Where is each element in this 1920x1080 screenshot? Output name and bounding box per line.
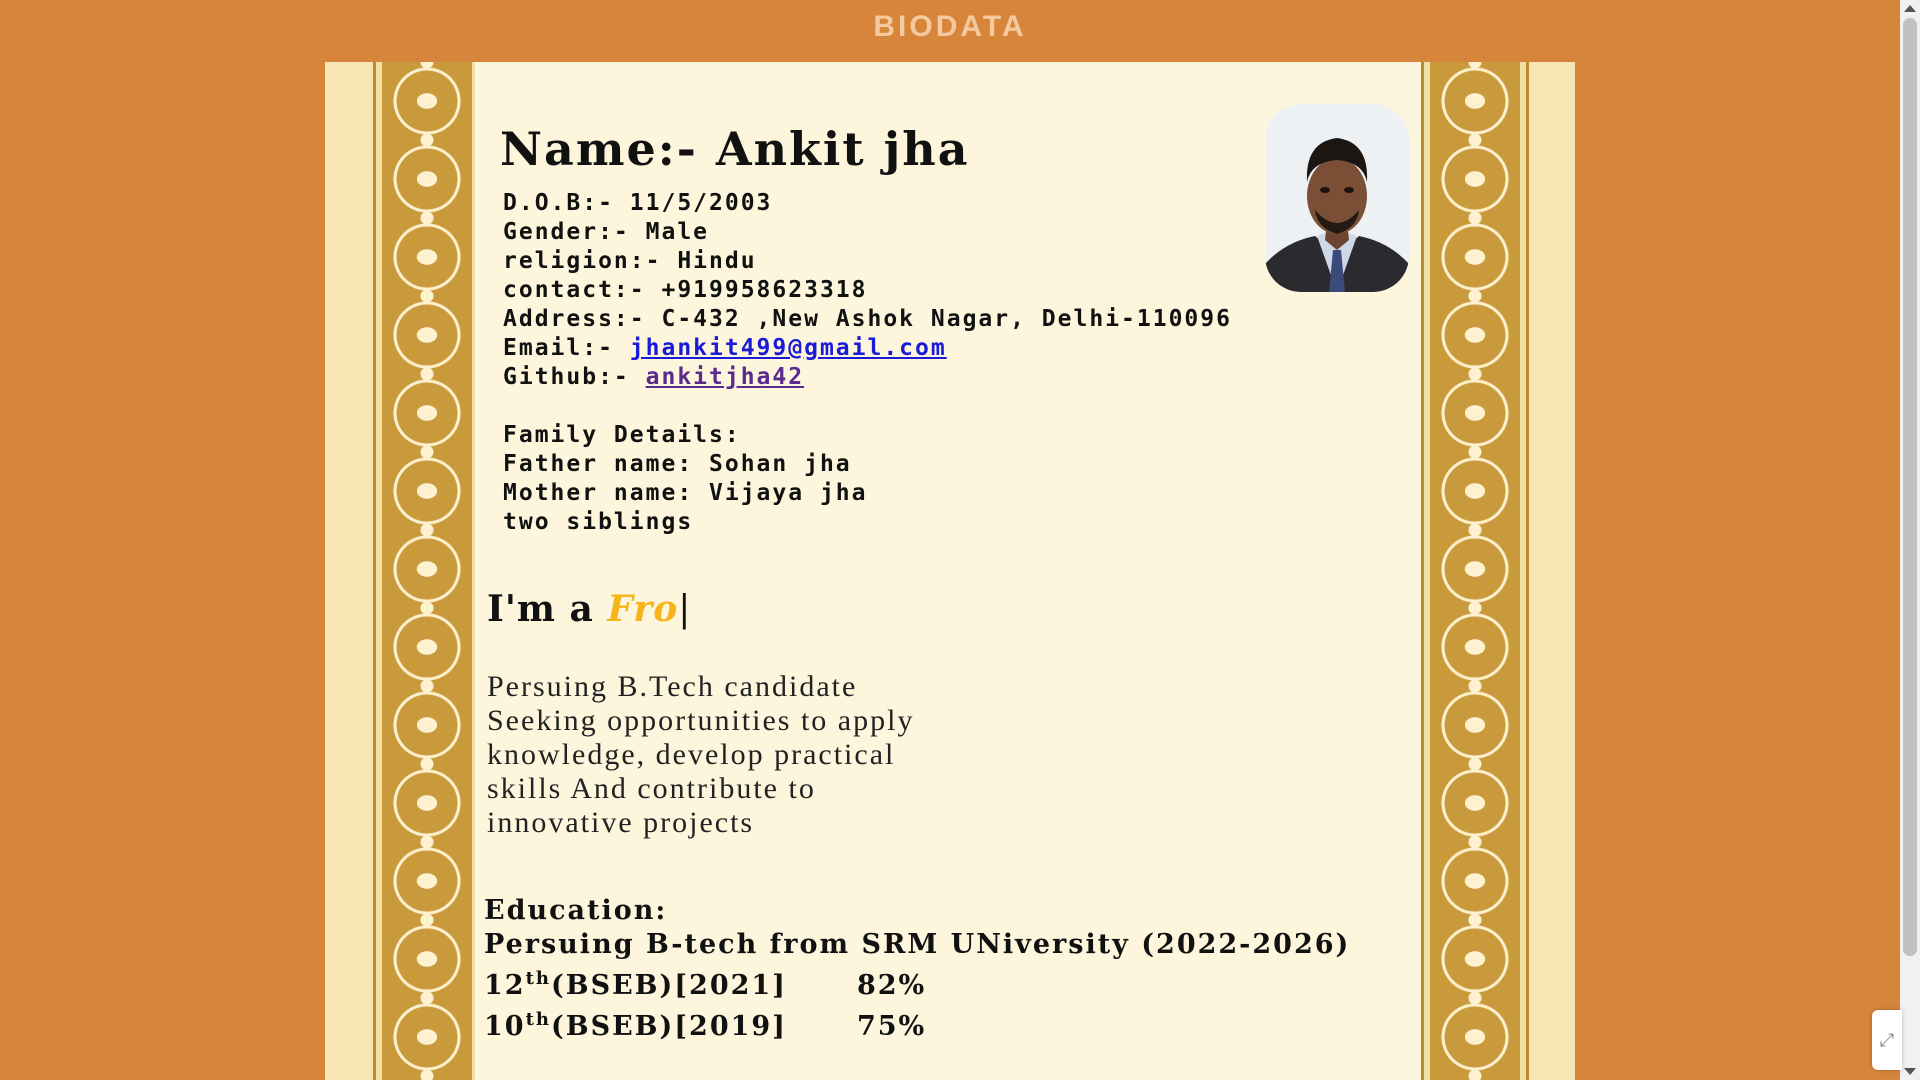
siblings-text: two siblings (503, 509, 694, 535)
profile-photo (1265, 104, 1409, 292)
typing-intro: I'm a Fro| (487, 588, 691, 630)
score: 82% (856, 970, 927, 1001)
score: 75% (856, 1011, 927, 1042)
education-row: 10th(BSEB)[2019] 75% (484, 1003, 1350, 1044)
summary-line: skills And contribute to (487, 772, 816, 805)
grade-suffix: th (525, 968, 551, 989)
board-year: (BSEB)[2019] (550, 1011, 787, 1042)
profile-name: Name:- Ankit jha (500, 122, 970, 176)
link-icon[interactable]: ⤢ (1872, 1010, 1902, 1070)
intro-role-typed: Fro (607, 588, 679, 630)
mother-name-text: Mother name: Vijaya jha (503, 480, 868, 506)
education-section: Education: Persuing B-tech from SRM UNiv… (484, 894, 1350, 1044)
summary-line: Persuing B.Tech candidate (487, 670, 858, 703)
address-text: Address:- C-432 ,New Ashok Nagar, Delhi-… (503, 306, 1232, 332)
personal-details: D.O.B:- 11/5/2003 Gender:- Male religion… (503, 189, 1232, 537)
religion-text: religion:- Hindu (503, 248, 757, 274)
email-link[interactable]: jhankit499@gmail.com (630, 335, 947, 361)
email-label: Email:- (503, 335, 630, 361)
summary-line: innovative projects (487, 806, 755, 839)
github-link[interactable]: ankitjha42 (646, 364, 804, 390)
decorative-border-left (373, 62, 481, 1080)
degree-text: Persuing B-tech from SRM UNiversity (202… (484, 929, 1351, 960)
dob-text: D.O.B:- 11/5/2003 (503, 190, 773, 216)
portrait-icon (1265, 104, 1409, 292)
typing-caret: | (678, 589, 692, 630)
arrow-down-icon[interactable] (1904, 1068, 1916, 1075)
github-label: Github:- (503, 364, 646, 390)
board-year: (BSEB)[2021] (550, 970, 787, 1001)
page-title: BIODATA (873, 10, 1027, 43)
family-heading: Family Details: (503, 422, 741, 448)
grade: 10 (484, 1011, 526, 1042)
intro-prefix: I'm a (487, 588, 608, 630)
email-row: Email:- jhankit499@gmail.com (503, 334, 1232, 363)
career-summary: Persuing B.Tech candidate Seeking opport… (487, 670, 914, 840)
vertical-scrollbar[interactable] (1900, 0, 1920, 1080)
grade: 12 (484, 970, 526, 1001)
github-row: Github:- ankitjha42 (503, 363, 1232, 392)
summary-line: knowledge, develop practical (487, 738, 896, 771)
biodata-sheet: Name:- Ankit jha D.O.B:- 11/5/2003 Gende… (325, 62, 1575, 1080)
education-row: 12th(BSEB)[2021] 82% (484, 962, 1350, 1003)
summary-line: Seeking opportunities to apply (487, 704, 915, 737)
contact-text: contact:- +919958623318 (503, 277, 868, 303)
gender-text: Gender:- Male (503, 219, 710, 245)
education-heading: Education: (484, 895, 668, 926)
arrow-up-icon[interactable] (1904, 5, 1916, 12)
scrollbar-thumb[interactable] (1903, 18, 1917, 956)
decorative-border-right (1421, 62, 1529, 1080)
father-name-text: Father name: Sohan jha (503, 451, 852, 477)
grade-suffix: th (525, 1009, 551, 1030)
